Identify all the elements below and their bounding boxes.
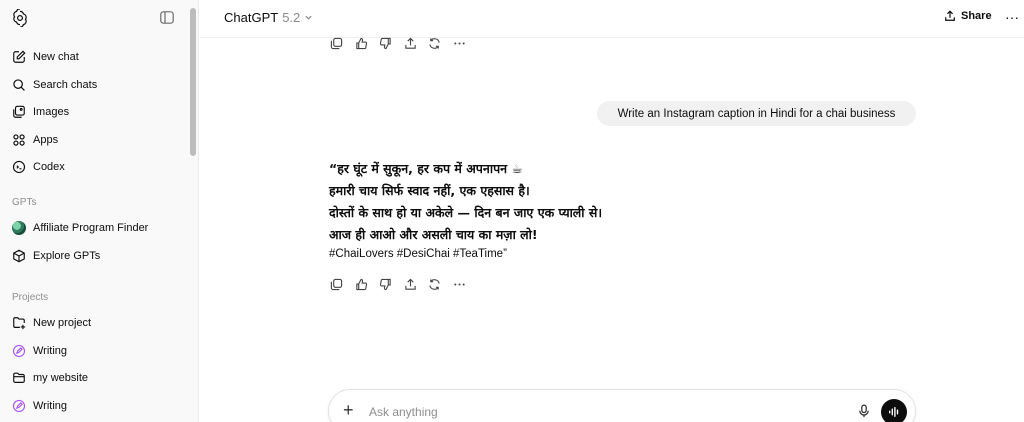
- waveform-icon: [889, 407, 899, 417]
- sidebar-item-writing-2[interactable]: Writing: [4, 393, 186, 419]
- copy-icon[interactable]: [330, 278, 343, 291]
- more-options-button[interactable]: ···: [1005, 9, 1019, 25]
- sidebar-item-label: Writing: [33, 345, 68, 357]
- search-icon: [13, 79, 25, 91]
- regenerate-icon[interactable]: [428, 278, 441, 291]
- top-bar: ChatGPT 5.2 Share ···: [200, 0, 1024, 38]
- sidebar-toggle-icon[interactable]: [160, 11, 174, 24]
- message-input[interactable]: Ask anything: [369, 405, 438, 419]
- sidebar-item-codex[interactable]: Codex: [4, 154, 186, 180]
- share-button[interactable]: Share: [944, 10, 992, 22]
- previous-message-actions: [330, 37, 477, 50]
- sidebar-item-label: Images: [33, 106, 70, 118]
- sidebar: New chat Search chats Images Apps Codex …: [0, 0, 199, 422]
- sidebar-item-new-chat[interactable]: New chat: [4, 44, 186, 70]
- thumbs-up-icon[interactable]: [355, 278, 368, 291]
- chat-composer[interactable]: + Ask anything: [328, 389, 916, 422]
- sidebar-item-explore-gpts[interactable]: Explore GPTs: [4, 243, 186, 269]
- voice-mode-button[interactable]: [881, 399, 907, 422]
- copy-icon[interactable]: [330, 37, 343, 50]
- sidebar-item-label: Apps: [33, 134, 59, 146]
- openai-logo-icon[interactable]: [11, 9, 29, 27]
- share-icon: [945, 10, 955, 21]
- microphone-icon[interactable]: [857, 404, 871, 418]
- share-label: Share: [961, 10, 992, 22]
- sidebar-item-affiliate-program-finder[interactable]: Affiliate Program Finder: [4, 215, 186, 241]
- sidebar-item-label: Affiliate Program Finder: [33, 222, 149, 234]
- sidebar-top: [0, 0, 198, 36]
- share-icon[interactable]: [404, 278, 417, 291]
- writing-icon: [12, 344, 26, 358]
- reply-hashtags: #ChaiLovers #DesiChai #TeaTime”: [329, 248, 507, 260]
- chevron-down-icon: [305, 15, 312, 20]
- apps-icon: [13, 134, 25, 146]
- more-icon[interactable]: [453, 278, 466, 291]
- model-selector[interactable]: ChatGPT 5.2: [224, 10, 313, 25]
- reply-line-1: “हर घूंट में सुकून, हर कप में अपनापन ☕: [329, 161, 523, 176]
- app-window: New chat Search chats Images Apps Codex …: [0, 0, 1024, 422]
- sidebar-item-label: Codex: [33, 161, 65, 173]
- reply-line-3: दोस्तों के साथ हो या अकेले — दिन बन जाए …: [329, 205, 603, 220]
- reply-line-2: हमारी चाय सिर्फ स्वाद नहीं, एक एहसास है।: [329, 183, 530, 198]
- new-chat-icon: [13, 50, 26, 63]
- writing-icon: [12, 399, 26, 413]
- sidebar-item-writing[interactable]: Writing: [4, 338, 186, 364]
- regenerate-icon[interactable]: [428, 37, 441, 50]
- sidebar-item-label: Explore GPTs: [33, 250, 101, 262]
- sidebar-item-label: Writing: [33, 400, 68, 412]
- sidebar-item-label: New chat: [33, 51, 79, 63]
- sidebar-item-search-chats[interactable]: Search chats: [4, 72, 186, 98]
- share-icon[interactable]: [404, 37, 417, 50]
- sidebar-item-apps[interactable]: Apps: [4, 127, 186, 153]
- codex-icon: [12, 160, 26, 174]
- sidebar-item-new-project[interactable]: New project: [4, 310, 186, 336]
- model-version: 5.2: [282, 10, 301, 25]
- reply-line-4: आज ही आओ और असली चाय का मज़ा लो!: [329, 227, 538, 242]
- user-message-bubble: Write an Instagram caption in Hindi for …: [597, 101, 916, 126]
- folder-icon: [13, 372, 25, 383]
- sidebar-item-images[interactable]: Images: [4, 99, 186, 125]
- sidebar-item-my-website[interactable]: my website: [4, 365, 186, 391]
- sidebar-item-label: my website: [33, 372, 89, 384]
- images-icon: [13, 105, 25, 118]
- projects-section-title: Projects: [12, 292, 49, 303]
- explore-gpts-icon: [13, 249, 25, 263]
- more-icon[interactable]: [453, 37, 466, 50]
- gpt-avatar: [12, 221, 26, 235]
- add-attachment-button[interactable]: +: [343, 401, 354, 419]
- gpts-section-title: GPTs: [12, 197, 37, 208]
- thumbs-down-icon[interactable]: [379, 278, 392, 291]
- sidebar-item-label: New project: [33, 317, 92, 329]
- thumbs-down-icon[interactable]: [379, 37, 392, 50]
- reply-actions: [330, 278, 477, 291]
- new-project-icon: [13, 317, 26, 330]
- thumbs-up-icon[interactable]: [355, 37, 368, 50]
- sidebar-scrollbar[interactable]: [190, 8, 196, 156]
- sidebar-item-label: Search chats: [33, 79, 98, 91]
- model-name: ChatGPT: [224, 10, 279, 25]
